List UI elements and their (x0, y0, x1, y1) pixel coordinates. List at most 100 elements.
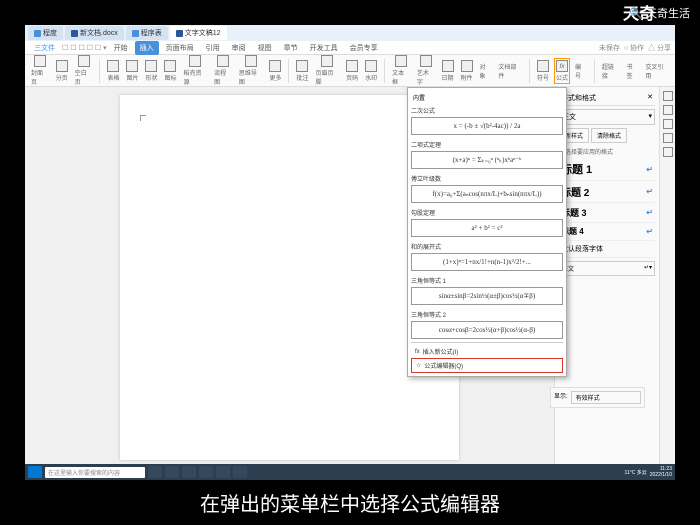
windows-taskbar: 在这里输入你要搜索的内容 11°C 多云 11:23 2022/1/10 (25, 464, 675, 480)
ribbon-blank[interactable]: 空白页 (73, 54, 95, 87)
style-buttons: 新样式 清除格式 (559, 128, 655, 143)
formula-group-label: 三角恒等式 2 (411, 308, 563, 321)
formula-binomial[interactable]: (x+a)ⁿ = Σₖ₌₀ⁿ (ⁿₖ)xᵏaⁿ⁻ᵏ (411, 151, 563, 169)
style-heading-3[interactable]: 标题 3↵ (559, 203, 655, 223)
wordart-icon (420, 55, 432, 67)
ribbon-shape[interactable]: 形状 (143, 59, 159, 83)
start-button[interactable] (28, 466, 42, 478)
styles-header: 样式和格式 ✕ (559, 91, 655, 106)
ribbon-table[interactable]: 表格 (105, 59, 121, 83)
style-default-para[interactable]: 默认段落字体 (559, 241, 655, 258)
ribbon-object[interactable]: 对象 (478, 61, 494, 81)
formula-group-label: 勾股定理 (411, 206, 563, 219)
menu-insert[interactable]: 插入 (135, 41, 159, 55)
ribbon-icons[interactable]: 图标 (162, 59, 178, 83)
ribbon-watermark[interactable]: 水印 (363, 59, 379, 83)
formula-editor[interactable]: ☆公式编辑器(Q) (411, 358, 563, 373)
ribbon-image[interactable]: 图片 (124, 59, 140, 83)
formula-trig-1[interactable]: sinα±sinβ=2sin½(α±β)cos½(α∓β) (411, 287, 563, 305)
formula-pythagoras[interactable]: a² + b² = c² (411, 219, 563, 237)
menu-reference[interactable]: 引用 (201, 41, 225, 55)
style-body-select[interactable]: 正文↵▾ (559, 261, 655, 276)
tab-label: 文字文稿12 (185, 28, 221, 38)
ribbon-formula[interactable]: fx公式 (554, 58, 570, 84)
close-icon[interactable]: ✕ (647, 93, 653, 103)
taskbar-app[interactable] (233, 466, 247, 478)
side-icon-5[interactable] (663, 147, 673, 157)
style-heading-2[interactable]: 标题 2↵ (559, 181, 655, 203)
taskbar-app[interactable] (148, 466, 162, 478)
menu-devtools[interactable]: 开发工具 (305, 41, 343, 55)
arrow-icon: ↵ (646, 208, 653, 217)
quick-icons[interactable]: ☐ ☐ ☐ ☐ ☐ ▾ (62, 44, 107, 52)
arrow-icon: ↵ (646, 187, 653, 196)
menu-chapter[interactable]: 章节 (279, 41, 303, 55)
doc-icon (71, 30, 78, 37)
show-select[interactable]: 有效样式 (571, 391, 641, 404)
style-heading-1[interactable]: 标题 1↵ (559, 158, 655, 181)
side-icon-3[interactable] (663, 119, 673, 129)
ribbon-crossref[interactable]: 交叉引用 (643, 61, 671, 81)
side-icon-2[interactable] (663, 105, 673, 115)
ribbon-cover[interactable]: 封面页 (29, 54, 51, 87)
formula-group-label: 二项式定理 (411, 138, 563, 151)
styles-panel: 样式和格式 ✕ 正文 ▾ 新样式 清除格式 请选择要应用的格式 标题 1↵ 标题… (554, 87, 659, 468)
menu-view[interactable]: 视图 (253, 41, 277, 55)
shape-icon (145, 60, 157, 72)
taskbar-search[interactable]: 在这里输入你要搜索的内容 (45, 467, 145, 478)
flowchart-icon (217, 55, 229, 67)
taskbar-clock[interactable]: 11:23 2022/1/10 (650, 466, 672, 478)
ribbon-resource[interactable]: 稻売资源 (181, 54, 209, 87)
menu-collab[interactable]: ○ 协作 (624, 43, 644, 53)
taskbar-app[interactable] (199, 466, 213, 478)
video-subtitle: 在弹出的菜单栏中选择公式编辑器 (0, 488, 700, 517)
clear-format-button[interactable]: 清除格式 (591, 128, 627, 143)
tab-doc-2[interactable]: 新文档.docx (65, 26, 124, 40)
tab-doc-3[interactable]: 程序表 (126, 26, 168, 40)
ribbon-comment[interactable]: 批注 (294, 59, 310, 83)
ribbon-pagebreak[interactable]: 分页 (54, 59, 70, 83)
ribbon-mindmap[interactable]: 思维导图 (237, 54, 265, 87)
clock-date: 2022/1/10 (650, 472, 672, 478)
menu-start[interactable]: 开始 (109, 41, 133, 55)
formula-expansion[interactable]: (1+x)ⁿ=1+nx/1!+n(n-1)x²/2!+... (411, 253, 563, 271)
ribbon-pagenum[interactable]: 页码 (344, 59, 360, 83)
menu-member[interactable]: 会员专享 (345, 41, 383, 55)
ribbon-wordart[interactable]: 艺术字 (415, 54, 437, 87)
menu-review[interactable]: 审阅 (227, 41, 251, 55)
ribbon-docparts[interactable]: 文档部件 (496, 61, 524, 81)
ribbon-bookmark[interactable]: 书签 (625, 61, 641, 81)
menu-file[interactable]: 三文件 (29, 41, 60, 55)
side-icon-4[interactable] (663, 133, 673, 143)
side-icon-1[interactable] (663, 91, 673, 101)
ribbon-hyperlink[interactable]: 超链接 (600, 61, 622, 81)
current-style[interactable]: 正文 ▾ (559, 109, 655, 125)
ribbon-attach[interactable]: 附件 (459, 59, 475, 83)
ribbon-flowchart[interactable]: 流程图 (212, 54, 234, 87)
ribbon-more[interactable]: 更多 (267, 59, 283, 83)
taskbar-app[interactable] (165, 466, 179, 478)
formula-group-label: 三角恒等式 1 (411, 274, 563, 287)
doc-icon (132, 30, 139, 37)
taskbar-app[interactable] (216, 466, 230, 478)
ribbon-textbox[interactable]: 文本框 (390, 54, 412, 87)
weather-widget[interactable]: 11°C 多云 (625, 469, 647, 476)
ribbon-symbol[interactable]: 符号 (535, 59, 551, 83)
formula-group-label: 傅立叶级数 (411, 172, 563, 185)
tab-doc-4[interactable]: 文字文稿12 (170, 26, 227, 40)
formula-quadratic[interactable]: x = (-b ± √(b²-4ac)) / 2a (411, 117, 563, 135)
insert-new-formula[interactable]: fx插入新公式(I) (411, 345, 563, 358)
ribbon-number[interactable]: 编号 (573, 61, 589, 81)
resource-icon (189, 55, 201, 67)
menu-share[interactable]: △ 分享 (648, 43, 671, 53)
menu-unsaved[interactable]: 未保存 (599, 43, 620, 53)
menu-layout[interactable]: 页面布局 (161, 41, 199, 55)
formula-trig-2[interactable]: cosα+cosβ=2cos½(α+β)cos½(α-β) (411, 321, 563, 339)
tab-doc-1[interactable]: 程度 (28, 26, 63, 40)
ribbon-header[interactable]: 页眉页脚 (313, 54, 341, 87)
ribbon-date[interactable]: 日期 (440, 59, 456, 83)
taskbar-app[interactable] (182, 466, 196, 478)
style-heading-4[interactable]: 标题 4↵ (559, 223, 655, 241)
app-window: 程度 新文档.docx 程序表 文字文稿12 三文件 ☐ ☐ ☐ ☐ ☐ ▾ 开… (25, 25, 675, 480)
formula-fourier[interactable]: f(x)=a₀+Σ(aₙcos(nπx/L)+bₙsin(nπx/L)) (411, 185, 563, 203)
